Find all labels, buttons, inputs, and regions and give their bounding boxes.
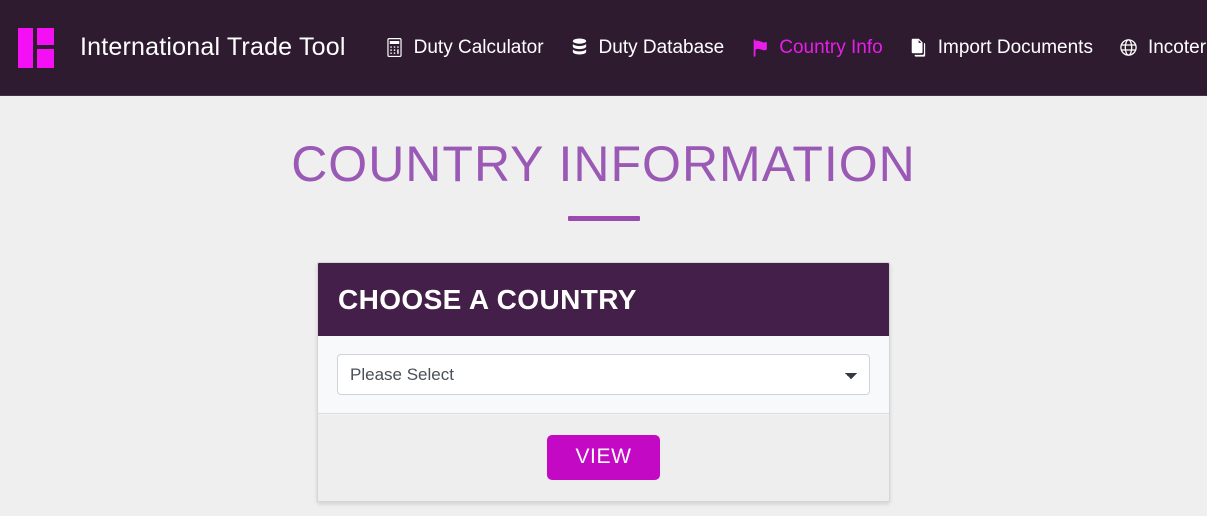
nav-item-label: Import Documents (937, 36, 1093, 58)
grid-logo-icon (18, 27, 54, 68)
card-footer: VIEW (318, 414, 889, 502)
calculator-icon (385, 38, 405, 58)
nav-item-label: Duty Calculator (413, 36, 544, 58)
nav-item-label: Incoterms (1147, 36, 1207, 58)
globe-icon (1119, 38, 1139, 58)
choose-country-card: CHOOSE A COUNTRY Please Select VIEW (317, 262, 890, 503)
brand-link[interactable]: International Trade Tool (14, 27, 346, 68)
nav-links: Duty Calculator Duty Database Country In… (372, 31, 1207, 65)
top-navbar: International Trade Tool Duty Calculator… (0, 0, 1207, 96)
nav-item-label: Country Info (779, 36, 883, 58)
database-icon (570, 38, 590, 58)
nav-item-country-info[interactable]: Country Info (737, 31, 896, 65)
country-select[interactable]: Please Select (337, 354, 870, 395)
nav-item-duty-calculator[interactable]: Duty Calculator (372, 31, 557, 65)
nav-item-label: Duty Database (598, 36, 725, 58)
view-button[interactable]: VIEW (547, 435, 660, 481)
brand-title: International Trade Tool (80, 33, 346, 61)
documents-icon (909, 38, 929, 58)
nav-item-incoterms[interactable]: Incoterms (1106, 31, 1207, 65)
page-title: COUNTRY INFORMATION (291, 136, 916, 192)
card-body: Please Select (318, 336, 889, 414)
nav-item-duty-database[interactable]: Duty Database (557, 31, 738, 65)
flag-icon (750, 38, 770, 58)
title-underline (567, 216, 640, 221)
card-header-title: CHOOSE A COUNTRY (318, 263, 889, 336)
nav-item-import-documents[interactable]: Import Documents (896, 31, 1106, 65)
